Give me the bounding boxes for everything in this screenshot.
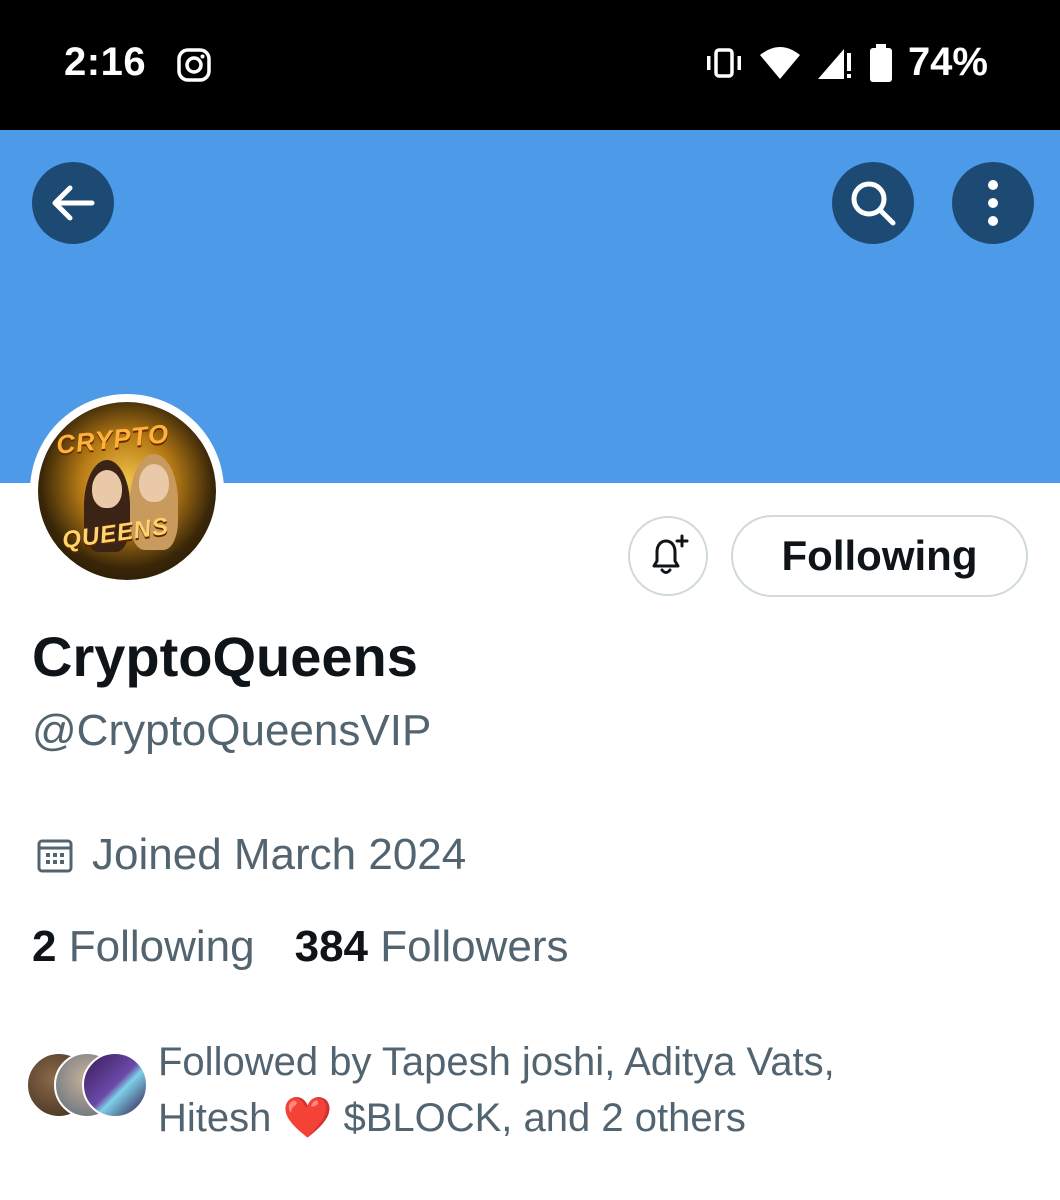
status-time: 2:16 xyxy=(64,40,147,84)
joined-date: Joined March 2024 xyxy=(36,830,466,880)
followers-count: 384 xyxy=(294,922,369,971)
notifications-button[interactable] xyxy=(628,516,708,596)
following-count: 2 xyxy=(32,922,57,971)
battery-icon xyxy=(869,43,892,82)
followed-by-line2: Hitesh ❤️ $BLOCK, and 2 others xyxy=(158,1090,1018,1146)
followed-by-text[interactable]: Followed by Tapesh joshi, Aditya Vats, H… xyxy=(158,1034,1018,1146)
instagram-icon xyxy=(177,48,211,82)
vibrate-icon xyxy=(706,47,741,78)
profile-avatar[interactable]: CRYPTO QUEENS xyxy=(30,394,224,588)
following-stat-label: Following xyxy=(68,922,255,971)
followers-stat[interactable]: 384 Followers xyxy=(295,922,569,972)
bell-plus-icon xyxy=(652,534,689,574)
following-stat[interactable]: 2 Following xyxy=(32,922,255,972)
followed-by-name-hitesh: Hitesh xyxy=(158,1096,272,1140)
follow-stats: 2 Following 384 Followers xyxy=(32,922,569,972)
battery-percent: 74% xyxy=(907,40,988,84)
followed-by-rest: $BLOCK, and 2 others xyxy=(343,1096,746,1140)
wifi-icon xyxy=(759,46,800,79)
avatar-figure-left-face xyxy=(92,470,122,508)
search-icon xyxy=(851,181,896,226)
more-options-button[interactable] xyxy=(952,162,1034,244)
followed-by-line1: Followed by Tapesh joshi, Aditya Vats, xyxy=(158,1040,835,1084)
back-button[interactable] xyxy=(32,162,114,244)
display-name: CryptoQueens xyxy=(32,625,418,688)
avatar-figure-right-face xyxy=(139,464,169,502)
calendar-icon xyxy=(37,839,73,873)
following-button[interactable]: Following xyxy=(731,515,1028,597)
joined-text: Joined March 2024 xyxy=(92,830,467,879)
profile-handle: @CryptoQueensVIP xyxy=(32,706,432,755)
followed-by-avatars[interactable] xyxy=(26,1052,148,1118)
avatar-image: CRYPTO QUEENS xyxy=(38,402,216,580)
back-arrow-icon xyxy=(52,185,95,221)
heart-emoji: ❤️ xyxy=(282,1096,333,1140)
status-right-group: 74% xyxy=(704,40,988,85)
search-button[interactable] xyxy=(832,162,914,244)
signal-icon xyxy=(817,48,851,79)
followers-stat-label: Followers xyxy=(380,922,569,971)
avatar xyxy=(82,1052,148,1118)
status-bar: 2:16 74% xyxy=(0,0,1060,130)
more-vertical-icon xyxy=(988,180,998,226)
